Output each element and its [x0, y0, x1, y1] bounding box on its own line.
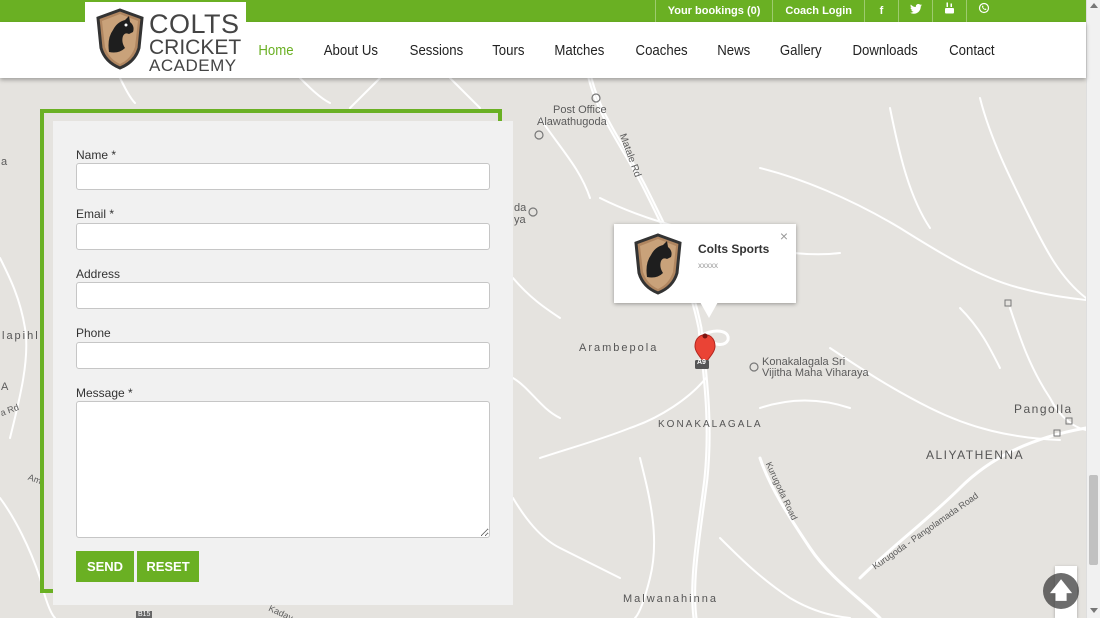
map-label-arambepola: Arambepola	[579, 342, 659, 354]
facebook-icon[interactable]: f	[864, 0, 898, 22]
contact-form: Name * Email * Address Phone Message * S…	[53, 121, 513, 605]
nav-item-sessions[interactable]: Sessions	[409, 42, 463, 59]
info-window-title: Colts Sports	[698, 242, 770, 256]
map-label-a-cap: A	[1, 381, 9, 393]
logo-line-2: CRICKET	[149, 35, 242, 59]
map-label-b15: B15	[136, 611, 153, 618]
info-window-pointer	[700, 302, 718, 318]
horse-shield-icon	[96, 8, 144, 70]
map-label-da: da	[514, 202, 527, 214]
logo-text: COLTS CRICKET ACADEMY	[149, 9, 242, 75]
site-logo[interactable]: COLTS CRICKET ACADEMY	[85, 2, 246, 78]
top-utility-links: Your bookings (0) Coach Login f	[654, 0, 1000, 22]
nav-item-news[interactable]: News	[717, 42, 750, 59]
page-scrollbar[interactable]	[1086, 0, 1100, 618]
map-label-konakalagala: KONAKALAGALA	[658, 419, 763, 430]
scroll-up-icon[interactable]	[1090, 3, 1098, 8]
whatsapp-icon[interactable]	[966, 0, 1000, 22]
nav-item-home[interactable]: Home	[258, 42, 293, 59]
phone-label: Phone	[76, 326, 111, 340]
nav-item-gallery[interactable]: Gallery	[779, 42, 821, 59]
back-to-top-icon[interactable]: 🡅	[1043, 573, 1079, 609]
nav-item-tours[interactable]: Tours	[493, 42, 525, 59]
youtube-icon[interactable]	[932, 0, 966, 22]
map-label-lapihl: lapihl	[2, 330, 40, 342]
twitter-icon[interactable]	[898, 0, 932, 22]
scroll-down-icon[interactable]	[1090, 608, 1098, 613]
send-button[interactable]: SEND	[76, 551, 134, 582]
name-field[interactable]	[76, 163, 490, 190]
message-label: Message *	[76, 386, 133, 400]
nav-item-coaches[interactable]: Coaches	[635, 42, 687, 59]
message-field[interactable]	[76, 401, 490, 538]
nav-item-contact[interactable]: Contact	[949, 42, 994, 59]
logo-line-3: ACADEMY	[149, 55, 237, 75]
map-label-aliyathenna: ALIYATHENNA	[926, 448, 1025, 462]
nav-item-downloads[interactable]: Downloads	[853, 42, 918, 59]
map-label-temple-2: Vijitha Maha Viharaya	[762, 367, 869, 379]
close-icon[interactable]: ×	[780, 228, 788, 244]
map-label-a-left: a	[1, 156, 8, 168]
email-label: Email *	[76, 207, 115, 221]
map-label-post-office-place: Alawathugoda	[537, 116, 607, 128]
your-bookings-link[interactable]: Your bookings (0)	[654, 0, 773, 22]
name-label: Name *	[76, 148, 117, 162]
address-label: Address	[76, 267, 121, 281]
map-label-post-office: Post Office	[553, 104, 607, 116]
map-info-window: Colts Sports xxxxx ×	[614, 224, 796, 303]
map-label-a9: A9	[697, 359, 706, 366]
scroll-thumb[interactable]	[1089, 475, 1098, 565]
phone-field[interactable]	[76, 342, 490, 369]
nav-item-about-us[interactable]: About Us	[324, 42, 378, 59]
main-header: COLTS CRICKET ACADEMY Home About Us Sess…	[0, 2, 1086, 78]
map-label-malwanahinna: Malwanahinna	[623, 593, 718, 605]
map-label-ya: ya	[514, 214, 526, 226]
info-window-subtitle: xxxxx	[698, 261, 718, 270]
nav-item-matches[interactable]: Matches	[555, 42, 605, 59]
main-nav: Home About Us Sessions Tours Matches Coa…	[232, 22, 998, 78]
coach-login-link[interactable]: Coach Login	[772, 0, 864, 22]
colts-shield-icon	[634, 233, 682, 295]
logo-line-1: COLTS	[149, 9, 240, 39]
address-field[interactable]	[76, 282, 490, 309]
email-field[interactable]	[76, 223, 490, 250]
map-label-pangolla: Pangolla	[1014, 402, 1073, 416]
reset-button[interactable]: RESET	[137, 551, 199, 582]
